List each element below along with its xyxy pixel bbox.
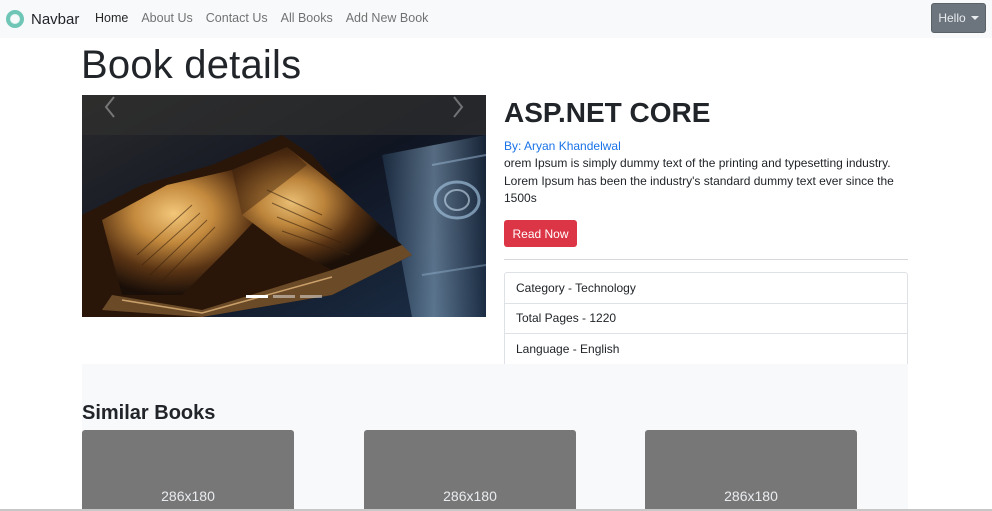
carousel-indicator-1[interactable] xyxy=(246,295,268,298)
user-menu-label: Hello xyxy=(938,11,966,25)
navbar-brand[interactable]: Navbar xyxy=(6,7,79,31)
nav-link-all-books[interactable]: All Books xyxy=(281,11,333,25)
carousel-indicator-3[interactable] xyxy=(300,295,322,298)
detail-language: Language - English xyxy=(516,342,620,357)
navbar: Navbar Home About Us Contact Us All Book… xyxy=(0,0,992,38)
card-image-placeholder: 286x180 xyxy=(161,488,215,504)
book-details-list: Category - Technology Total Pages - 1220… xyxy=(504,272,908,366)
nav-link-home[interactable]: Home xyxy=(95,11,128,25)
user-menu-dropdown-button[interactable]: Hello xyxy=(931,3,986,33)
book-title: ASP.NET CORE xyxy=(504,97,711,128)
nav-links: Home About Us Contact Us All Books Add N… xyxy=(95,11,441,25)
similar-books-section: Similar Books 286x180 286x180 286x180 xyxy=(82,364,908,511)
similar-book-card[interactable]: 286x180 xyxy=(364,430,576,511)
nav-link-add-new-book[interactable]: Add New Book xyxy=(346,11,429,25)
carousel-indicators xyxy=(246,295,327,298)
page-title: Book details xyxy=(81,43,302,87)
carousel-prev-icon[interactable] xyxy=(104,95,116,119)
detail-category: Category - Technology xyxy=(505,273,907,304)
card-image-placeholder: 286x180 xyxy=(724,488,778,504)
nav-link-about-us[interactable]: About Us xyxy=(141,11,192,25)
book-image-carousel[interactable] xyxy=(82,95,486,317)
brand-name: Navbar xyxy=(31,10,80,28)
card-image-placeholder: 286x180 xyxy=(443,488,497,504)
similar-book-card[interactable]: 286x180 xyxy=(82,430,294,511)
divider xyxy=(504,259,908,260)
nav-link-contact-us[interactable]: Contact Us xyxy=(206,11,268,25)
detail-total-pages: Total Pages - 1220 xyxy=(505,304,907,334)
caret-down-icon xyxy=(970,16,979,20)
read-now-button[interactable]: Read Now xyxy=(504,220,577,247)
book-cover-image xyxy=(82,95,486,317)
book-description: orem Ipsum is simply dummy text of the p… xyxy=(504,156,894,205)
brand-logo-icon xyxy=(6,10,24,28)
similar-book-card[interactable]: 286x180 xyxy=(645,430,857,511)
carousel-indicator-2[interactable] xyxy=(273,295,295,298)
similar-books-title: Similar Books xyxy=(82,402,216,424)
book-author-link[interactable]: By: Aryan Khandelwal xyxy=(504,139,621,153)
carousel-next-icon[interactable] xyxy=(452,95,464,119)
